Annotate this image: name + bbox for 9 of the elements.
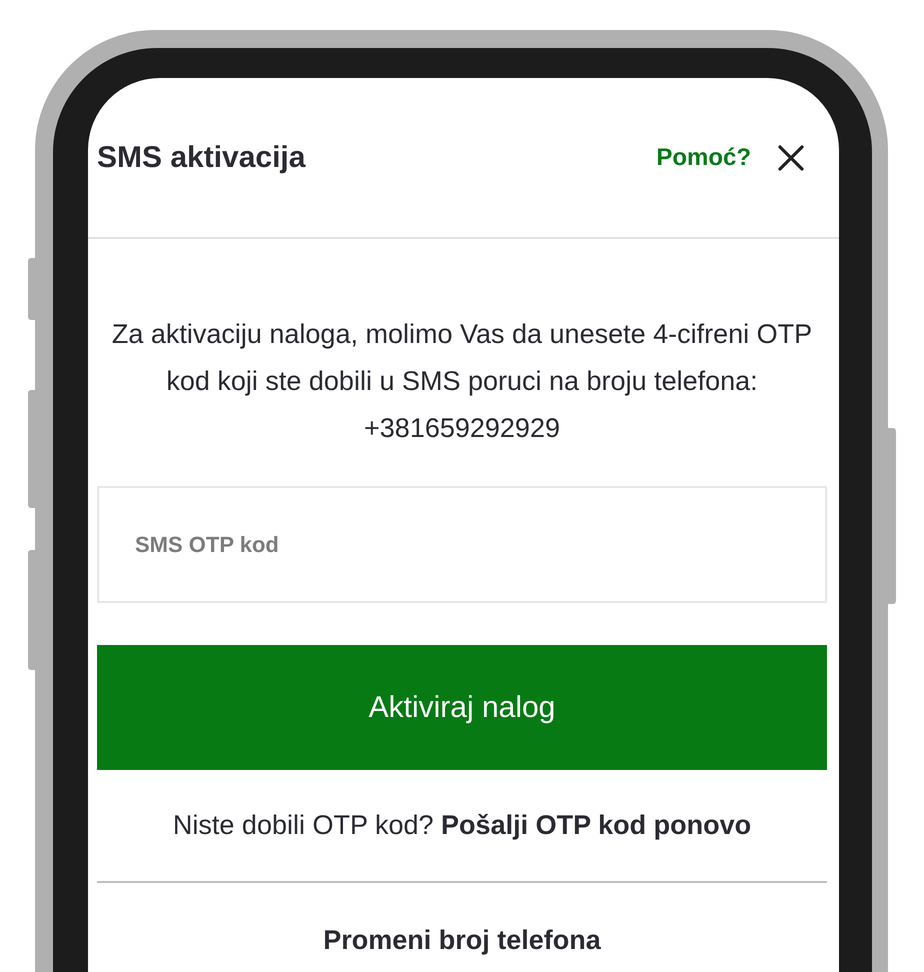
close-icon[interactable] [777,144,805,172]
activate-account-button[interactable]: Aktiviraj nalog [97,645,827,770]
change-phone-link[interactable]: Promeni broj telefona [323,925,601,956]
resend-link[interactable]: Pošalji OTP kod ponovo [441,810,752,840]
resend-prompt: Niste dobili OTP kod? Pošalji OTP kod ponovo [172,810,752,841]
instruction-text: Za aktivaciju naloga, molimo Vas da unesete 4-cifreni OTP kod koji ste dobili u SMS poruci na broju telefona: +381659292929 [111,318,813,445]
help-link[interactable]: Pomoć? [656,144,751,172]
otp-input-field[interactable]: SMS OTP kod [97,486,827,603]
screen-title: SMS aktivacija [97,140,307,174]
